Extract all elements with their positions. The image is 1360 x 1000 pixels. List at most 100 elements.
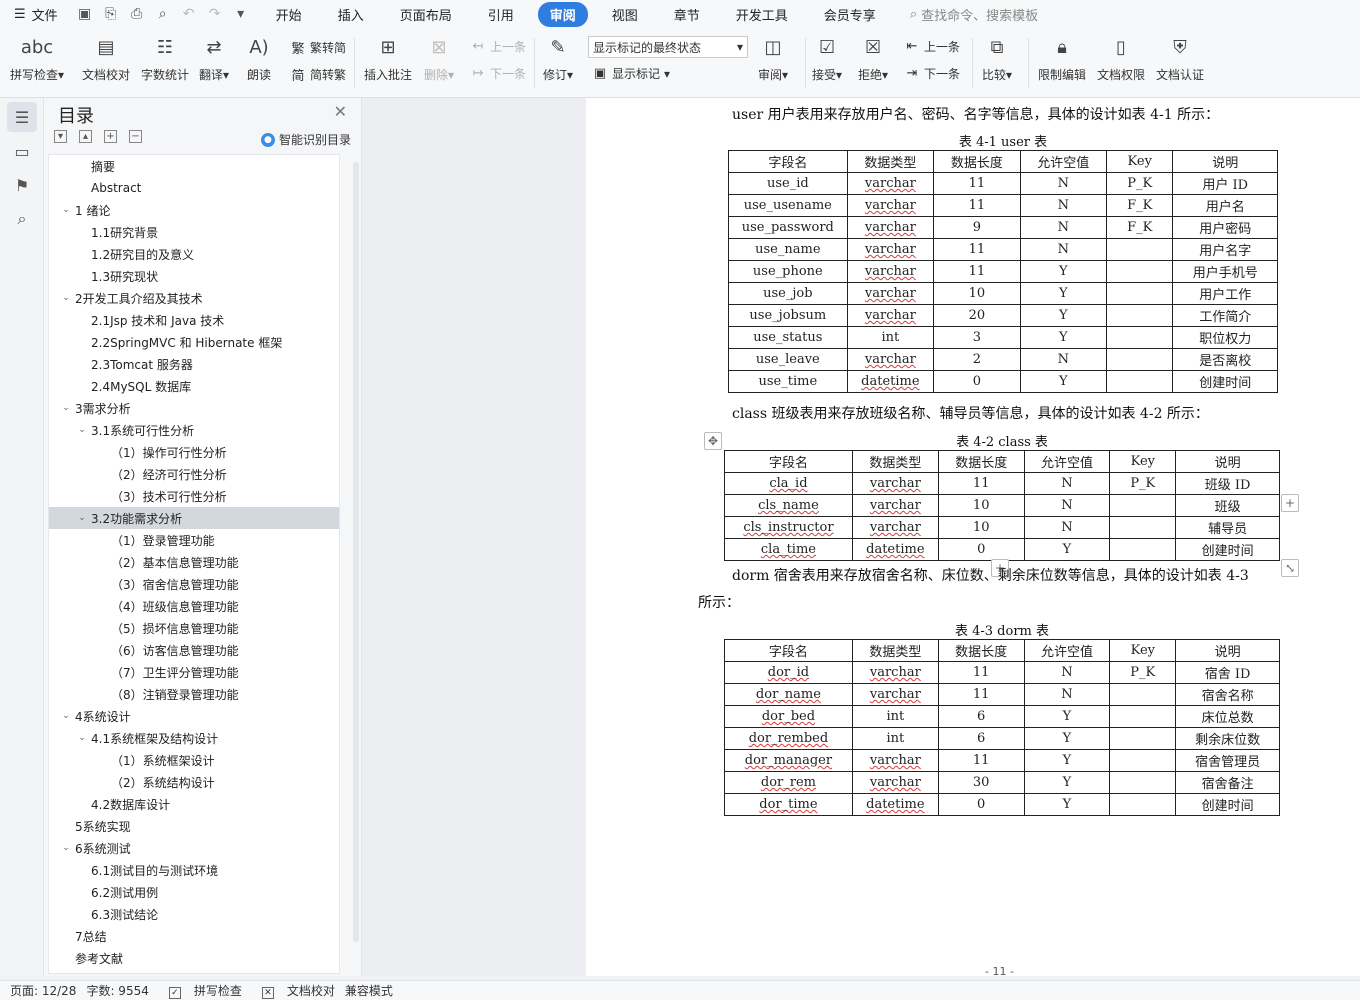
toc-item[interactable]: ⌄ 4.1系统框架及结构设计 (49, 727, 339, 749)
table-cell[interactable]: 20 (933, 304, 1021, 327)
toc-item[interactable]: 摘要 (49, 155, 339, 177)
toc-item[interactable]: ⌄ 3.1系统可行性分析 (49, 419, 339, 441)
table-cell[interactable]: N (1019, 238, 1108, 261)
table-cell[interactable]: cla_time (724, 538, 853, 561)
restrict-edit-button[interactable]: 🔒︎ 限制编辑 (1038, 32, 1086, 83)
table-cell[interactable]: 用户手机号 (1172, 260, 1278, 283)
table-cell[interactable]: P_K (1109, 472, 1177, 495)
table-cell[interactable] (1109, 538, 1177, 561)
table-cell[interactable]: int (851, 705, 939, 728)
table-cell[interactable]: varchar (851, 472, 939, 495)
table-cell[interactable]: 用户 ID (1172, 172, 1278, 195)
table-cell[interactable] (1109, 494, 1177, 517)
chevron-down-icon[interactable]: ⌄ (59, 403, 73, 413)
resize-table-handle[interactable]: ⤡ (1281, 559, 1299, 577)
table-cell[interactable]: 11 (937, 683, 1025, 706)
add-heading-icon[interactable]: + (104, 130, 117, 143)
table-cell[interactable]: use_jobsum (728, 304, 848, 327)
table-cell[interactable]: N (1023, 472, 1111, 495)
close-icon[interactable]: ✕ (334, 102, 347, 121)
table-cell[interactable]: 30 (937, 771, 1025, 794)
table-cell[interactable]: use_id (728, 172, 848, 195)
collapse-all-icon[interactable]: ▾ (54, 130, 67, 143)
table-cell[interactable] (1109, 705, 1177, 728)
chevron-down-icon[interactable]: ⌄ (59, 843, 73, 853)
toc-item[interactable]: Abstract (49, 177, 339, 199)
undo-icon[interactable]: ↶ (180, 6, 198, 22)
table-cell[interactable]: 宿舍名称 (1175, 683, 1280, 706)
toc-item[interactable]: 6.1测试目的与测试环境 (49, 859, 339, 881)
table-cell[interactable]: Y (1019, 304, 1108, 327)
toc-item[interactable]: ⌄ 1 绪论 (49, 199, 339, 221)
table-cell[interactable]: 3 (933, 326, 1021, 349)
table-cell[interactable]: Y (1019, 282, 1108, 305)
table-cell[interactable]: 宿舍备注 (1175, 771, 1280, 794)
table-cell[interactable]: 0 (933, 370, 1021, 393)
simp-to-trad-button[interactable]: 简 简转繁 (290, 65, 346, 84)
add-column-handle[interactable]: + (1281, 494, 1299, 512)
toc-item[interactable]: （4）班级信息管理功能 (49, 595, 339, 617)
save-icon[interactable]: ▣ (76, 6, 94, 22)
word-count[interactable]: 字数: 9554 (86, 982, 148, 999)
table-cell[interactable]: N (1023, 516, 1111, 539)
expand-all-icon[interactable]: ▴ (79, 130, 92, 143)
table-cell[interactable]: use_phone (728, 260, 848, 283)
accept-button[interactable]: ☑ 接受▾ (812, 32, 842, 83)
toc-item[interactable]: 2.4MySQL 数据库 (49, 375, 339, 397)
next-comment-button[interactable]: ↦ 下一条 (470, 65, 526, 82)
table-cell[interactable]: 6 (937, 727, 1025, 750)
table-cell[interactable]: 是否离校 (1172, 348, 1278, 371)
toc-item[interactable]: （3）宿舍信息管理功能 (49, 573, 339, 595)
table-cell[interactable]: cla_id (724, 472, 853, 495)
toc-item[interactable]: ⌄ 4系统设计 (49, 705, 339, 727)
table-cell[interactable]: N (1023, 494, 1111, 517)
toc-item[interactable]: （7）卫生评分管理功能 (49, 661, 339, 683)
table-cell[interactable]: varchar (846, 172, 935, 195)
table-cell[interactable]: 0 (937, 538, 1025, 561)
chevron-down-icon[interactable]: ⌄ (75, 425, 89, 435)
table-cell[interactable]: Y (1023, 771, 1111, 794)
table-cell[interactable]: N (1019, 348, 1108, 371)
table-cell[interactable]: F_K (1106, 194, 1174, 217)
toc-item[interactable]: 1.1研究背景 (49, 221, 339, 243)
table-cell[interactable]: 创建时间 (1175, 538, 1280, 561)
table-cell[interactable]: 6 (937, 705, 1025, 728)
tab-4[interactable]: 审阅 (537, 1, 588, 27)
print-icon[interactable]: ⎙ (128, 6, 146, 22)
table-cell[interactable]: cls_name (724, 494, 853, 517)
table-cell[interactable]: use_leave (728, 348, 848, 371)
table-cell[interactable] (1106, 304, 1174, 327)
table-cell[interactable]: 11 (937, 749, 1025, 772)
table-cell[interactable]: 创建时间 (1172, 370, 1278, 393)
toc-item[interactable]: （3）技术可行性分析 (49, 485, 339, 507)
tab-5[interactable]: 视图 (600, 2, 650, 27)
table-cell[interactable]: varchar (846, 304, 935, 327)
file-menu[interactable]: ☰ 文件 (0, 5, 68, 24)
table-cell[interactable]: varchar (846, 216, 935, 239)
table-cell[interactable] (1109, 727, 1177, 750)
table-cell[interactable]: N (1019, 216, 1108, 239)
bookmark-icon[interactable]: ⚑ (7, 170, 37, 200)
table-cell[interactable]: use_name (728, 238, 848, 261)
table-cell[interactable]: 宿舍管理员 (1175, 749, 1280, 772)
table-cell[interactable]: P_K (1106, 172, 1174, 195)
toc-item[interactable]: ⌄ 3.2功能需求分析 (49, 507, 339, 529)
toc-item[interactable]: （1）系统框架设计 (49, 749, 339, 771)
table-cell[interactable]: datetime (851, 793, 939, 816)
table-cell[interactable]: Y (1019, 326, 1108, 349)
trad-to-simp-button[interactable]: 繁 繁转简 (290, 38, 346, 57)
table-cell[interactable]: 班级 (1175, 494, 1280, 517)
table-cell[interactable]: varchar (846, 282, 935, 305)
table-cell[interactable] (1106, 238, 1174, 261)
toc-item[interactable]: 4.2数据库设计 (49, 793, 339, 815)
toc-item[interactable]: ⌄ 6系统测试 (49, 837, 339, 859)
toc-item[interactable]: （8）注销登录管理功能 (49, 683, 339, 705)
table-cell[interactable]: Y (1023, 538, 1111, 561)
table-cell[interactable] (1109, 516, 1177, 539)
table-cell[interactable]: 10 (937, 516, 1025, 539)
redo-icon[interactable]: ↷ (206, 6, 224, 22)
table-cell[interactable]: 9 (933, 216, 1021, 239)
toc-item[interactable]: 1.2研究目的及意义 (49, 243, 339, 265)
table-cell[interactable]: 剩余床位数 (1175, 727, 1280, 750)
table-cell[interactable]: 用户工作 (1172, 282, 1278, 305)
